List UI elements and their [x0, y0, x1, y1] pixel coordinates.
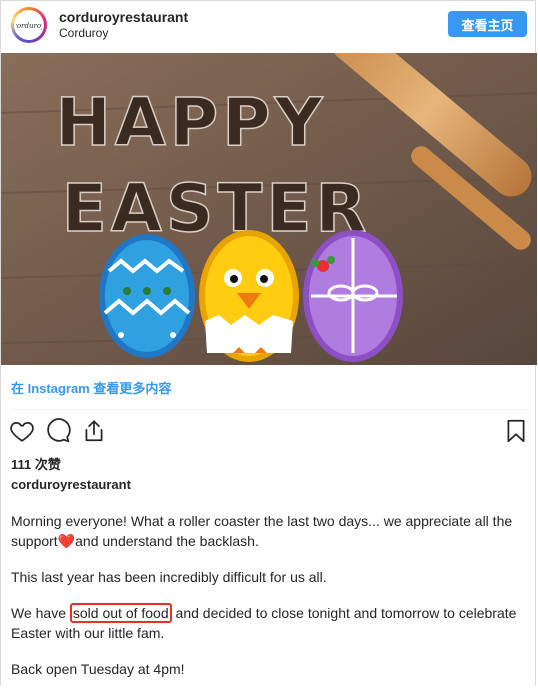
share-icon[interactable] [81, 418, 107, 444]
caption-paragraph-2: This last year has been incredibly diffi… [11, 569, 327, 585]
like-count[interactable]: 111 次赞 [11, 454, 61, 473]
account-sublabel: Corduroy [59, 26, 109, 40]
caption-paragraph-4: Back open Tuesday at 4pm! [11, 661, 185, 677]
view-more-on-instagram-link[interactable]: 在 Instagram 查看更多内容 [11, 378, 171, 397]
svg-text:corduroy: corduroy [16, 22, 42, 30]
chick-egg-cookie [199, 230, 299, 362]
caption-author[interactable]: corduroyrestaurant [11, 477, 131, 492]
bookmark-icon[interactable] [503, 418, 529, 444]
comment-icon[interactable] [45, 418, 71, 444]
heart-emoji: ❤️ [57, 533, 76, 549]
caption-paragraph-1: Morning everyone! What a roller coaster … [11, 513, 513, 549]
heart-icon[interactable] [9, 418, 35, 444]
post-image[interactable]: HAPPY EASTER [1, 53, 537, 365]
divider [11, 409, 527, 410]
username[interactable]: corduroyrestaurant [59, 9, 188, 25]
easter-text: EASTER [62, 170, 371, 247]
avatar[interactable]: corduroy [11, 7, 47, 43]
instagram-post-card: corduroy corduroyrestaurant Corduroy 查看主… [0, 0, 537, 686]
post-header: corduroy corduroyrestaurant Corduroy 查看主… [1, 1, 537, 53]
blue-egg-cookie [99, 234, 195, 358]
action-bar [9, 418, 529, 446]
highlighted-phrase: sold out of food [69, 603, 172, 623]
caption-text: Morning everyone! What a roller coaster … [11, 511, 519, 695]
happy-text: HAPPY [56, 84, 327, 161]
purple-egg-cookie [303, 230, 403, 362]
avatar-logo: corduroy [16, 22, 42, 30]
caption-paragraph-3: We have sold out of food and decided to … [11, 603, 517, 641]
view-profile-button[interactable]: 查看主页 [448, 11, 527, 37]
